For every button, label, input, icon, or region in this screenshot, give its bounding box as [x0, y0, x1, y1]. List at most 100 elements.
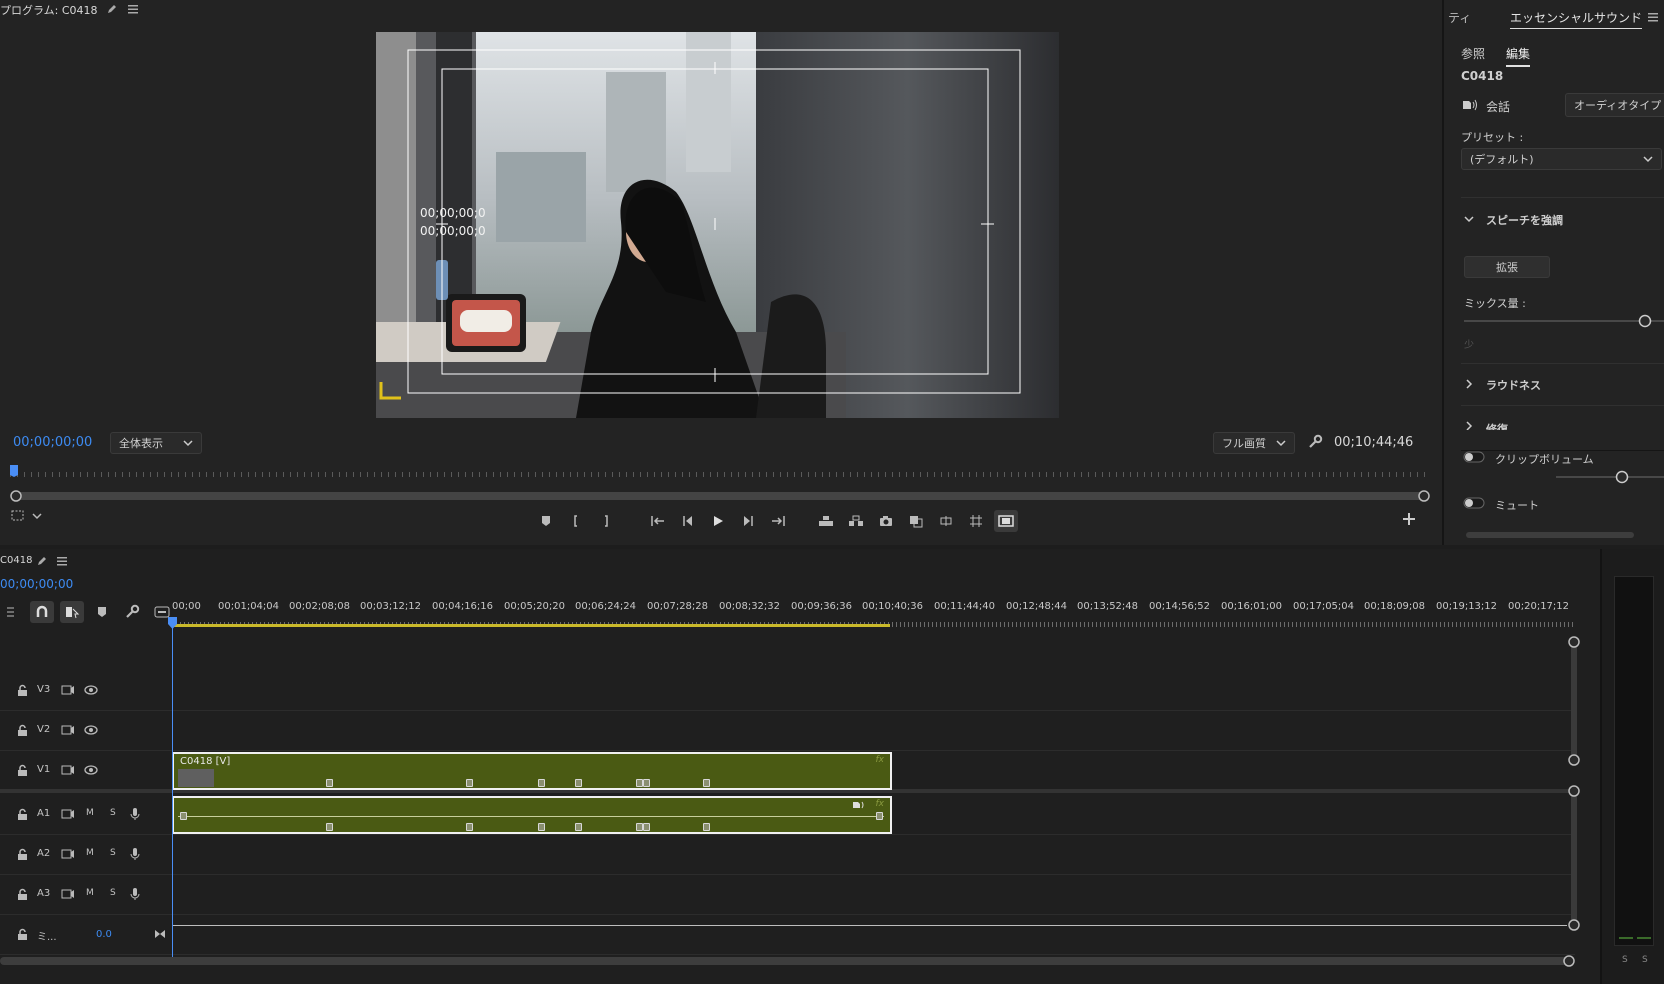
solo-track-button[interactable]: S — [110, 808, 116, 818]
panel-menu-icon[interactable] — [127, 3, 139, 15]
solo-track-button[interactable]: S — [110, 848, 116, 858]
add-marker-button[interactable] — [90, 601, 114, 623]
keyframe[interactable] — [466, 779, 473, 787]
video-tracks-scrollbar[interactable] — [1568, 636, 1580, 766]
linked-selection-icon[interactable] — [60, 601, 84, 623]
solo-left-button[interactable]: S — [1622, 955, 1628, 965]
nest-icon[interactable] — [0, 601, 24, 623]
track-a3[interactable]: A3 M S — [0, 875, 1575, 915]
keyframe[interactable] — [876, 812, 883, 820]
keyframe[interactable] — [575, 779, 582, 787]
solo-track-button[interactable]: S — [110, 888, 116, 898]
timeline-timecode[interactable]: 00;00;00;00 — [0, 577, 73, 591]
lift-button[interactable] — [814, 510, 838, 532]
sync-lock-icon[interactable] — [61, 888, 75, 900]
step-forward-button[interactable] — [736, 510, 760, 532]
mark-out-button[interactable] — [594, 510, 618, 532]
keyframe[interactable] — [636, 823, 643, 831]
volume-line[interactable] — [178, 816, 884, 817]
track-a2[interactable]: A2 M S — [0, 835, 1575, 875]
monitor-zoom-scrollbar[interactable] — [10, 489, 1430, 503]
lock-icon[interactable] — [16, 848, 28, 861]
track-v3[interactable]: V3 — [0, 671, 1575, 711]
go-to-end-icon[interactable] — [154, 928, 166, 940]
monitor-time-ruler[interactable] — [10, 463, 1430, 477]
vr-video-button[interactable] — [934, 510, 958, 532]
snap-magnet-icon[interactable] — [30, 601, 54, 623]
lock-icon[interactable] — [16, 928, 28, 941]
track-v1[interactable]: V1 C0418 [V] fx — [0, 751, 1575, 793]
mix-amount-slider[interactable] — [1462, 313, 1664, 329]
keyframe[interactable] — [643, 779, 650, 787]
add-button-icon[interactable] — [1402, 512, 1416, 526]
microphone-icon[interactable] — [130, 887, 140, 901]
edit-pencil-icon[interactable] — [36, 555, 48, 567]
keyframe[interactable] — [636, 779, 643, 787]
lock-icon[interactable] — [16, 888, 28, 901]
preset-dropdown[interactable]: (デフォルト) — [1461, 148, 1662, 170]
wrench-icon[interactable] — [120, 601, 144, 623]
playhead-handle[interactable] — [168, 617, 177, 629]
keyframe[interactable] — [703, 823, 710, 831]
track-a1[interactable]: A1 M S fx — [0, 795, 1575, 835]
time-ruler[interactable]: 00;00 00;01;04;04 00;02;08;08 00;03;12;1… — [172, 601, 1572, 619]
lock-icon[interactable] — [16, 764, 28, 777]
keyframe[interactable] — [180, 812, 187, 820]
sync-lock-icon[interactable] — [61, 848, 75, 860]
chevron-right-icon[interactable] — [1464, 379, 1474, 389]
eye-icon[interactable] — [84, 724, 98, 736]
tab-edit[interactable]: 編集 — [1506, 45, 1531, 67]
keyframe[interactable] — [575, 823, 582, 831]
go-to-in-button[interactable] — [646, 510, 670, 532]
keyframe[interactable] — [703, 779, 710, 787]
panel-menu-icon[interactable] — [1647, 11, 1659, 23]
mark-in-button[interactable] — [564, 510, 588, 532]
loudness-section[interactable]: ラウドネス — [1486, 377, 1541, 393]
sequence-tab[interactable]: C0418 — [0, 555, 32, 566]
lock-icon[interactable] — [16, 808, 28, 821]
current-timecode[interactable]: 00;00;00;00 — [13, 435, 92, 450]
solo-right-button[interactable]: S — [1642, 955, 1648, 965]
panel-menu-icon[interactable] — [56, 555, 68, 567]
speech-enhance-section[interactable]: スピーチを強調 — [1486, 212, 1563, 228]
clip-volume-toggle[interactable] — [1463, 451, 1485, 463]
track-master[interactable]: ミ... 0.0 — [0, 915, 1575, 955]
mute-toggle[interactable] — [1463, 497, 1485, 509]
mute-track-button[interactable]: M — [86, 888, 94, 898]
play-button[interactable] — [706, 510, 730, 532]
enhance-button[interactable]: 拡張 — [1464, 256, 1550, 278]
keyframe[interactable] — [538, 823, 545, 831]
audio-clip[interactable]: fx — [172, 796, 892, 834]
playhead[interactable] — [172, 619, 173, 965]
panel-scrollbar[interactable] — [1466, 532, 1634, 538]
add-marker-button[interactable] — [534, 510, 558, 532]
mute-track-button[interactable]: M — [86, 808, 94, 818]
step-back-button[interactable] — [676, 510, 700, 532]
zoom-dropdown[interactable]: 全体表示 — [110, 432, 202, 454]
mute-track-button[interactable]: M — [86, 848, 94, 858]
master-volume-value[interactable]: 0.0 — [96, 929, 112, 940]
microphone-icon[interactable] — [130, 847, 140, 861]
keyframe[interactable] — [326, 823, 333, 831]
keyframe[interactable] — [326, 779, 333, 787]
safe-margins-menu[interactable] — [10, 509, 42, 523]
repair-section-row[interactable]: 修復 — [1461, 418, 1664, 430]
keyframe[interactable] — [538, 779, 545, 787]
safe-margins-toggle[interactable] — [994, 510, 1018, 532]
tab-properties-truncated[interactable]: ティ — [1448, 9, 1471, 26]
sync-lock-icon[interactable] — [61, 724, 75, 736]
chevron-down-icon[interactable] — [1464, 214, 1474, 224]
tab-browse[interactable]: 参照 — [1461, 45, 1485, 62]
keyframe[interactable] — [466, 823, 473, 831]
quality-dropdown[interactable]: フル画質 — [1213, 432, 1295, 454]
audio-type-button[interactable]: オーディオタイプ — [1565, 93, 1664, 117]
go-to-out-button[interactable] — [766, 510, 790, 532]
lock-icon[interactable] — [16, 724, 28, 737]
wrench-icon[interactable] — [1307, 434, 1323, 450]
microphone-icon[interactable] — [130, 807, 140, 821]
sync-lock-icon[interactable] — [61, 684, 75, 696]
export-frame-camera-icon[interactable] — [874, 510, 898, 532]
eye-icon[interactable] — [84, 764, 98, 776]
edit-pencil-icon[interactable] — [106, 3, 118, 15]
lock-icon[interactable] — [16, 684, 28, 697]
